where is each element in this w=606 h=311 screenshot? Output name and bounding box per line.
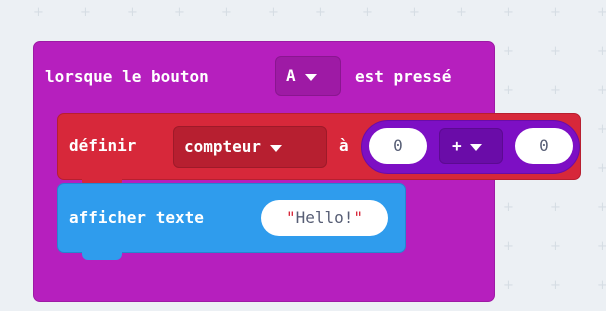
string-text-input[interactable]: "Hello!"	[261, 200, 388, 236]
grid-plus-icon: +	[456, 5, 467, 20]
grid-plus-icon: +	[597, 122, 606, 137]
right-operand-input[interactable]: 0	[515, 128, 573, 164]
event-suffix-label: est pressé	[355, 67, 452, 86]
grid-plus-icon: +	[597, 83, 606, 98]
variable-name: compteur	[184, 137, 262, 156]
grid-plus-icon: +	[221, 5, 232, 20]
chevron-down-icon	[270, 144, 283, 152]
show-string-label: afficher texte	[69, 208, 204, 227]
grid-plus-icon: +	[174, 5, 185, 20]
grid-plus-icon: +	[597, 5, 606, 20]
open-quote-icon: "	[285, 208, 296, 227]
grid-plus-icon: +	[597, 200, 606, 215]
blocks-workspace[interactable]: ++++++++++++++++++++++++++++++++++++++++…	[0, 0, 606, 311]
grid-plus-icon: +	[33, 5, 44, 20]
close-quote-icon: "	[353, 208, 364, 227]
operator-dropdown[interactable]: +	[439, 128, 503, 164]
grid-plus-icon: +	[550, 44, 561, 59]
grid-plus-icon: +	[127, 5, 138, 20]
show-block-connector	[82, 252, 122, 260]
grid-plus-icon: +	[503, 44, 514, 59]
grid-plus-icon: +	[268, 5, 279, 20]
variable-dropdown[interactable]: compteur	[173, 126, 327, 168]
grid-plus-icon: +	[550, 5, 561, 20]
grid-plus-icon: +	[503, 83, 514, 98]
grid-plus-icon: +	[80, 5, 91, 20]
grid-plus-icon: +	[597, 44, 606, 59]
grid-plus-icon: +	[550, 239, 561, 254]
grid-plus-icon: +	[362, 5, 373, 20]
operator-value: +	[452, 136, 462, 155]
grid-plus-icon: +	[597, 278, 606, 293]
grid-plus-icon: +	[597, 239, 606, 254]
set-to-label: à	[339, 136, 349, 155]
grid-plus-icon: +	[550, 200, 561, 215]
grid-plus-icon: +	[503, 278, 514, 293]
grid-plus-icon: +	[597, 161, 606, 176]
event-prefix-label: lorsque le bouton	[45, 67, 209, 86]
chevron-down-icon	[469, 143, 482, 151]
button-selector-dropdown[interactable]: A	[275, 56, 341, 96]
grid-plus-icon: +	[409, 5, 420, 20]
grid-plus-icon: +	[503, 200, 514, 215]
grid-plus-icon: +	[503, 239, 514, 254]
show-string-block[interactable]: afficher texte "Hello!"	[57, 183, 406, 253]
button-selector-value: A	[286, 66, 296, 85]
grid-plus-icon: +	[503, 5, 514, 20]
grid-plus-icon: +	[315, 5, 326, 20]
set-label: définir	[69, 136, 137, 155]
string-text-value: Hello!	[295, 208, 354, 227]
grid-plus-icon: +	[550, 278, 561, 293]
chevron-down-icon	[304, 73, 317, 81]
left-operand-input[interactable]: 0	[369, 128, 427, 164]
grid-plus-icon: +	[550, 83, 561, 98]
math-operation-block[interactable]: 0 + 0	[361, 120, 580, 174]
